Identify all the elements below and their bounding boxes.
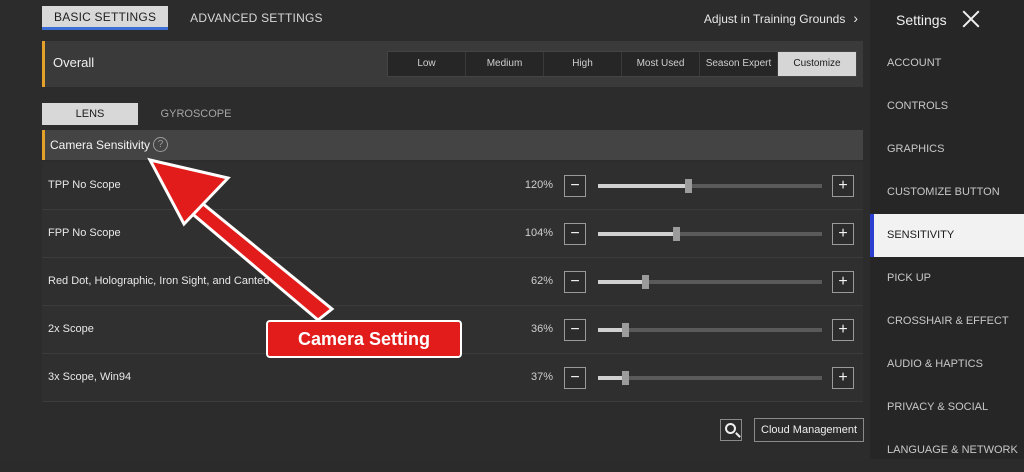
- sensitivity-slider[interactable]: [598, 227, 822, 241]
- sensitivity-row: TPP No Scope 120% − +: [42, 162, 863, 210]
- preset-most-used[interactable]: Most Used: [622, 52, 700, 76]
- preset-season-expert[interactable]: Season Expert: [700, 52, 778, 76]
- preset-medium[interactable]: Medium: [466, 52, 544, 76]
- preset-low[interactable]: Low: [388, 52, 466, 76]
- row-label: FPP No Scope: [48, 227, 121, 239]
- slider-fill: [598, 184, 688, 188]
- settings-menu: ACCOUNT CONTROLS GRAPHICS CUSTOMIZE BUTTON S…: [870, 42, 1024, 472]
- section-title: Camera Sensitivity: [50, 138, 151, 152]
- slider-fill: [598, 232, 677, 236]
- search-icon: [725, 423, 736, 434]
- help-icon[interactable]: ?: [153, 137, 168, 152]
- decrease-button[interactable]: −: [564, 367, 586, 389]
- tab-basic-settings[interactable]: BASIC SETTINGS: [42, 6, 169, 30]
- settings-title: Settings: [896, 12, 947, 28]
- tab-lens[interactable]: LENS: [42, 103, 138, 125]
- increase-button[interactable]: +: [832, 223, 854, 245]
- bottom-bar: Cloud Management: [720, 418, 865, 442]
- increase-button[interactable]: +: [832, 319, 854, 341]
- settings-sidebar: Settings ACCOUNT CONTROLS GRAPHICS CUSTOMIZ…: [870, 0, 1024, 459]
- preset-customize[interactable]: Customize: [778, 52, 856, 76]
- sidebar-item-account[interactable]: ACCOUNT: [870, 42, 1024, 85]
- slider-fill: [598, 376, 625, 380]
- overall-label: Overall: [53, 55, 95, 70]
- overall-row: Overall Low Medium High Most Used Season Exp…: [42, 41, 863, 87]
- sensitivity-slider[interactable]: [598, 323, 822, 337]
- adjust-training-label: Adjust in Training Grounds: [703, 12, 846, 26]
- slider-thumb[interactable]: [642, 275, 650, 289]
- sub-tabs: LENS GYROSCOPE: [42, 103, 254, 125]
- decrease-button[interactable]: −: [564, 223, 586, 245]
- row-value: 120%: [524, 179, 553, 191]
- row-value: 104%: [524, 227, 553, 239]
- slider-thumb[interactable]: [621, 371, 629, 385]
- camera-sensitivity-header: Camera Sensitivity ?: [42, 130, 863, 160]
- slider-fill: [598, 328, 625, 332]
- sidebar-item-pick-up[interactable]: PICK UP: [870, 257, 1024, 300]
- search-icon-handle: [735, 432, 741, 438]
- adjust-training-link[interactable]: Adjust in Training Grounds ›: [704, 10, 858, 26]
- preset-selector: Low Medium High Most Used Season Expert Custo…: [387, 51, 857, 77]
- slider-thumb[interactable]: [621, 323, 629, 337]
- row-value: 62%: [530, 275, 553, 287]
- annotation-label: Camera Setting: [266, 320, 462, 358]
- sensitivity-row: FPP No Scope 104% − +: [42, 210, 863, 258]
- sidebar-item-customize-button[interactable]: CUSTOMIZE BUTTON: [870, 171, 1024, 214]
- chevron-right-icon: ›: [853, 10, 858, 26]
- settings-main-panel: BASIC SETTINGS ADVANCED SETTINGS Adjust …: [0, 0, 870, 459]
- sensitivity-slider[interactable]: [598, 275, 822, 289]
- sidebar-item-privacy-social[interactable]: PRIVACY & SOCIAL: [870, 386, 1024, 429]
- close-icon[interactable]: [960, 8, 982, 30]
- row-label: 2x Scope: [48, 323, 94, 335]
- sensitivity-slider[interactable]: [598, 371, 822, 385]
- sidebar-item-sensitivity[interactable]: SENSITIVITY: [870, 214, 1024, 257]
- row-value: 36%: [530, 323, 553, 335]
- increase-button[interactable]: +: [832, 367, 854, 389]
- sidebar-item-audio-haptics[interactable]: AUDIO & HAPTICS: [870, 343, 1024, 386]
- sidebar-item-crosshair-effect[interactable]: CROSSHAIR & EFFECT: [870, 300, 1024, 343]
- row-label: TPP No Scope: [48, 179, 121, 191]
- slider-thumb[interactable]: [684, 179, 692, 193]
- slider-fill: [598, 280, 646, 284]
- increase-button[interactable]: +: [832, 175, 854, 197]
- sidebar-item-graphics[interactable]: GRAPHICS: [870, 128, 1024, 171]
- tab-advanced-settings[interactable]: ADVANCED SETTINGS: [178, 6, 335, 30]
- sensitivity-row: 3x Scope, Win94 37% − +: [42, 354, 863, 402]
- tab-gyroscope[interactable]: GYROSCOPE: [148, 103, 244, 125]
- sensitivity-row: Red Dot, Holographic, Iron Sight, and Ca…: [42, 258, 863, 306]
- search-button[interactable]: [720, 419, 742, 441]
- sidebar-item-controls[interactable]: CONTROLS: [870, 85, 1024, 128]
- cloud-management-button[interactable]: Cloud Management: [754, 418, 865, 442]
- sidebar-item-language-network[interactable]: LANGUAGE & NETWORK: [870, 429, 1024, 472]
- increase-button[interactable]: +: [832, 271, 854, 293]
- sensitivity-rows: TPP No Scope 120% − + FPP No Scope 104% − + Red …: [42, 162, 863, 402]
- sensitivity-slider[interactable]: [598, 179, 822, 193]
- row-value: 37%: [530, 371, 553, 383]
- preset-high[interactable]: High: [544, 52, 622, 76]
- top-tabs: BASIC SETTINGS ADVANCED SETTINGS: [42, 6, 335, 30]
- decrease-button[interactable]: −: [564, 175, 586, 197]
- slider-thumb[interactable]: [673, 227, 681, 241]
- decrease-button[interactable]: −: [564, 319, 586, 341]
- row-label: 3x Scope, Win94: [48, 371, 132, 383]
- row-label: Red Dot, Holographic, Iron Sight, and Ca…: [48, 275, 289, 287]
- decrease-button[interactable]: −: [564, 271, 586, 293]
